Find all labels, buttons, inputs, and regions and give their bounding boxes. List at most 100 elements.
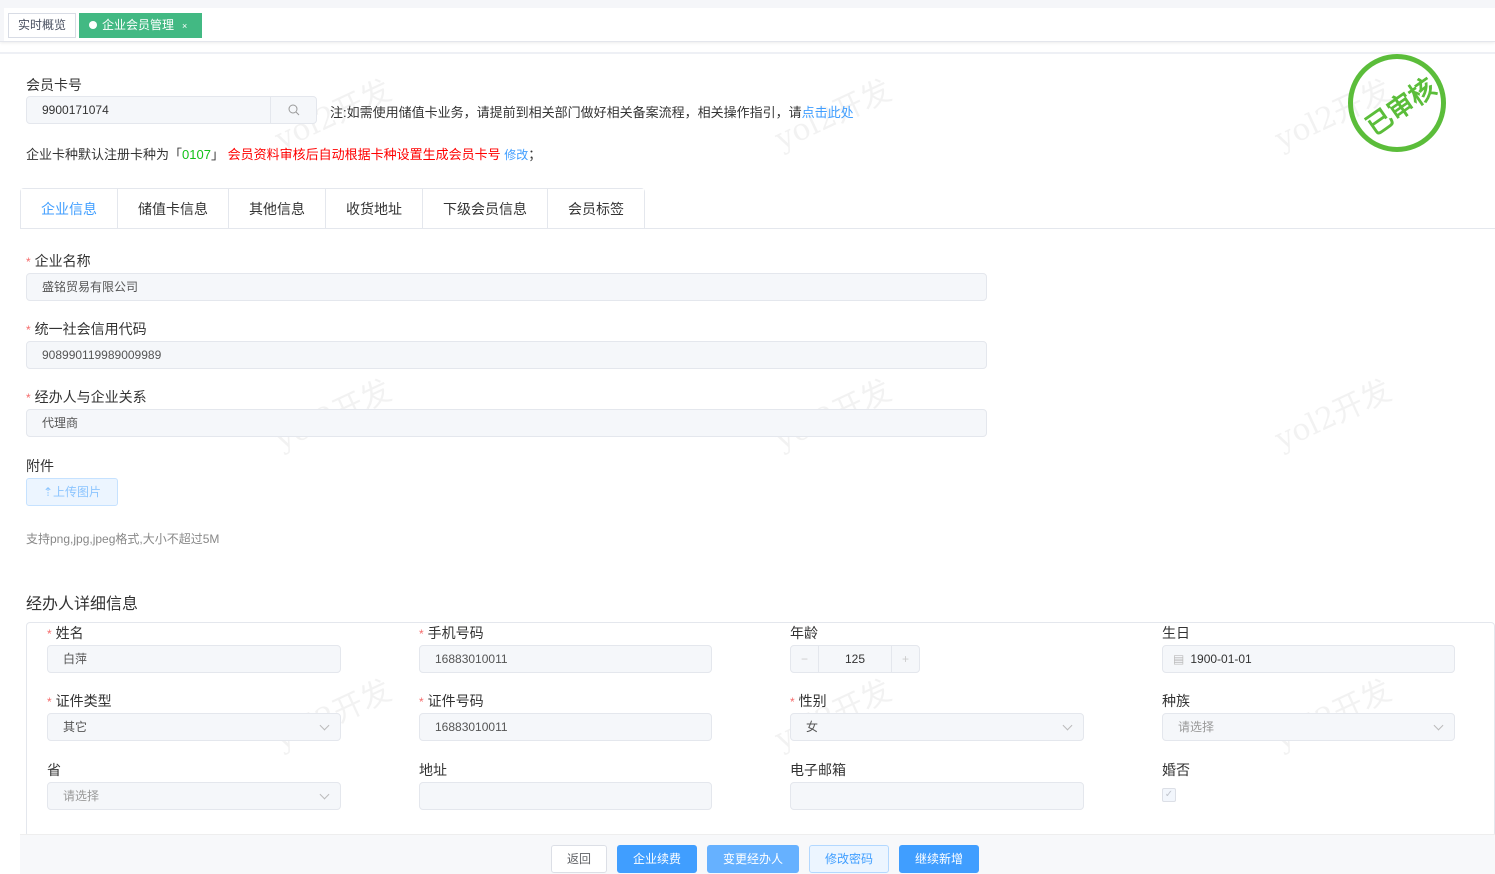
tab-company-info[interactable]: 企业信息 [21, 189, 117, 230]
watermark: yol2开发 [1269, 373, 1397, 458]
select-value: 女 [806, 720, 819, 734]
select-placeholder: 请选择 [63, 789, 100, 803]
tab-enterprise-member[interactable]: 企业会员管理 × [79, 13, 202, 38]
card-type-prefix: 企业卡种默认注册卡种为「 [26, 147, 183, 162]
phone-input[interactable]: 16883010011 [419, 645, 712, 673]
married-checkbox[interactable]: ✓ [1162, 788, 1176, 802]
age-stepper[interactable]: − 125 + [790, 645, 920, 673]
tab-sub-member-info[interactable]: 下级会员信息 [422, 189, 547, 229]
check-icon: ✓ [1164, 789, 1174, 800]
id-number-label: * 证件号码 [419, 691, 484, 711]
note-text: 注:如需使用储值卡业务，请提前到相关部门做好相关备案流程，相关操作指引，请 [330, 105, 802, 120]
member-card-label: 会员卡号 [26, 77, 82, 93]
id-type-select[interactable]: 其它 [47, 713, 341, 741]
required-icon: * [26, 255, 31, 269]
back-button[interactable]: 返回 [551, 845, 607, 873]
company-name-input[interactable]: 盛铭贸易有限公司 [26, 273, 987, 301]
married-label: 婚否 [1162, 762, 1190, 778]
card-type-info: 企业卡种默认注册卡种为「0107」 会员资料审核后自动根据卡种设置生成会员卡号 … [26, 144, 541, 163]
company-name-label: * 企业名称 [26, 251, 91, 271]
stamp-text: 已审核 [1360, 72, 1442, 142]
tab-stored-card-info[interactable]: 储值卡信息 [117, 189, 228, 229]
credit-code-label: * 统一社会信用代码 [26, 319, 147, 339]
ethnicity-label: 种族 [1162, 693, 1190, 709]
address-input[interactable] [419, 782, 712, 810]
tabs-bar [0, 0, 1495, 42]
name-label: * 姓名 [47, 623, 84, 643]
chevron-down-icon [1433, 720, 1444, 731]
province-select[interactable]: 请选择 [47, 782, 341, 810]
click-here-link[interactable]: 点击此处 [802, 105, 854, 120]
tab-realtime-overview[interactable]: 实时概览 [8, 13, 77, 38]
gender-select[interactable]: 女 [790, 713, 1084, 741]
credit-code-input[interactable]: 908990119989009989 [26, 341, 987, 369]
age-label: 年龄 [790, 625, 818, 641]
card-type-warning: 会员资料审核后自动根据卡种设置生成会员卡号 [227, 147, 501, 162]
label-text: 手机号码 [427, 625, 484, 641]
age-value[interactable]: 125 [819, 646, 891, 672]
relation-label: * 经办人与企业关系 [26, 387, 147, 407]
required-icon: * [790, 695, 795, 709]
change-operator-button[interactable]: 变更经办人 [707, 845, 799, 873]
label-text: 经办人与企业关系 [34, 389, 147, 405]
calendar-icon: ▤ [1173, 652, 1185, 666]
required-icon: * [47, 695, 52, 709]
section-tabs: 企业信息 储值卡信息 其他信息 收货地址 下级会员信息 会员标签 [20, 188, 645, 230]
chevron-down-icon [1062, 720, 1073, 731]
label-text: 证件类型 [55, 693, 112, 709]
label-text: 姓名 [55, 625, 84, 641]
search-icon [288, 104, 299, 116]
upload-label: 上传图片 [53, 485, 102, 499]
province-label: 省 [47, 762, 61, 778]
tab-other-info[interactable]: 其他信息 [228, 189, 325, 229]
chevron-down-icon [319, 789, 330, 800]
decrement-button[interactable]: − [791, 646, 819, 672]
card-type-end: ； [528, 147, 542, 162]
birthday-value: 1900-01-01 [1190, 652, 1252, 666]
member-card-input[interactable]: 9900171074 [26, 96, 317, 124]
id-number-input[interactable]: 16883010011 [419, 713, 712, 741]
gender-label: * 性别 [790, 691, 827, 711]
email-input[interactable] [790, 782, 1084, 810]
search-button[interactable] [270, 97, 316, 123]
change-password-button[interactable]: 修改密码 [809, 845, 889, 873]
required-icon: * [47, 627, 52, 641]
edit-card-type-link[interactable]: 修改 [504, 148, 528, 162]
label-text: 统一社会信用代码 [34, 321, 147, 337]
label-text: 企业名称 [34, 253, 91, 269]
upload-icon: ⇡ [42, 485, 54, 499]
divider [0, 52, 1495, 54]
required-icon: * [419, 627, 424, 641]
birthday-input[interactable]: ▤ 1900-01-01 [1162, 645, 1455, 673]
label-text: 性别 [798, 693, 827, 709]
upload-hint: 支持png,jpg,jpeg格式,大小不超过5M [26, 532, 220, 546]
renew-button[interactable]: 企业续费 [617, 845, 697, 873]
active-dot-icon [89, 21, 97, 29]
required-icon: * [26, 323, 31, 337]
attachment-label: 附件 [26, 458, 54, 474]
continue-add-button[interactable]: 继续新增 [899, 845, 979, 873]
select-value: 其它 [63, 720, 88, 734]
tab-shipping-address[interactable]: 收货地址 [325, 189, 422, 229]
close-icon[interactable]: × [182, 21, 187, 31]
birthday-label: 生日 [1162, 625, 1190, 641]
required-icon: * [419, 695, 424, 709]
address-label: 地址 [419, 762, 447, 778]
ethnicity-select[interactable]: 请选择 [1162, 713, 1455, 741]
select-placeholder: 请选择 [1178, 720, 1215, 734]
relation-input[interactable]: 代理商 [26, 409, 987, 437]
tab-member-tags[interactable]: 会员标签 [547, 189, 644, 229]
card-type-suffix: 」 [210, 147, 224, 162]
tab-divider [20, 228, 1495, 229]
name-input[interactable]: 白萍 [47, 645, 341, 673]
operator-section-title: 经办人详细信息 [26, 596, 139, 613]
upload-image-button[interactable]: ⇡上传图片 [26, 478, 118, 506]
increment-button[interactable]: + [891, 646, 919, 672]
required-icon: * [26, 391, 31, 405]
approved-stamp: 已审核 [1348, 54, 1446, 152]
card-type-code: 0107 [182, 147, 211, 162]
email-label: 电子邮箱 [790, 762, 846, 778]
tab-label: 企业会员管理 [102, 18, 175, 32]
chevron-down-icon [319, 720, 330, 731]
id-type-label: * 证件类型 [47, 691, 112, 711]
